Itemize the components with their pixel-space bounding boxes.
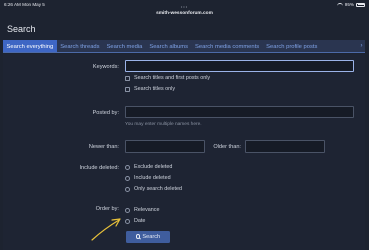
annotation-arrow-icon [91, 218, 121, 241]
